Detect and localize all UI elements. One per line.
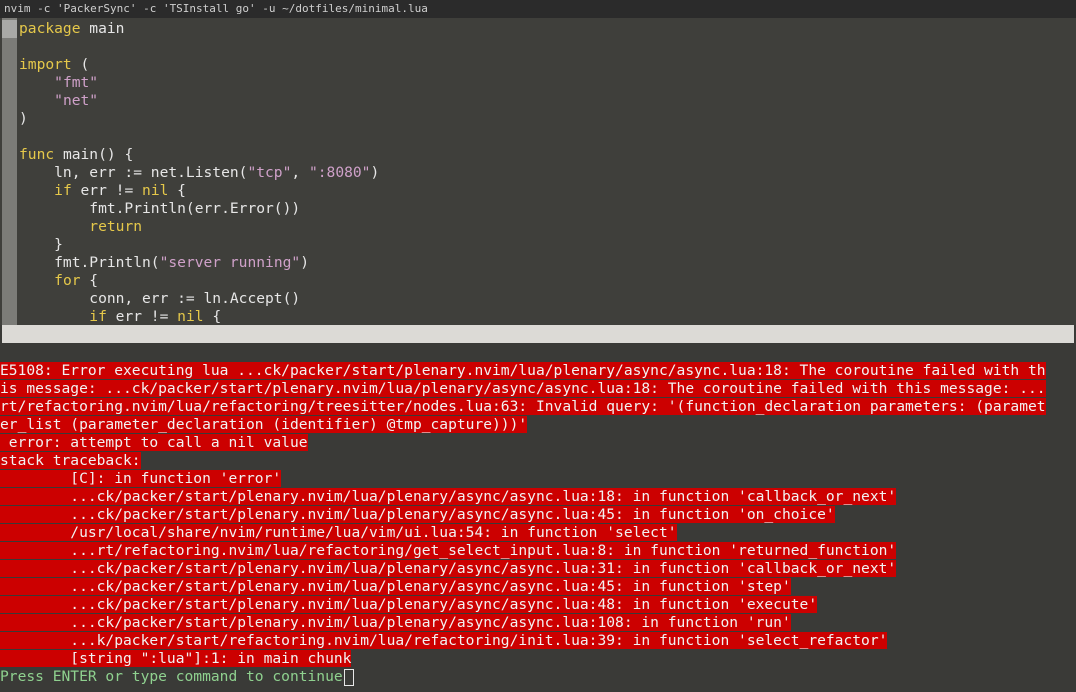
cursor-line-marker <box>2 20 17 38</box>
error-line: er_list (parameter_declaration (identifi… <box>0 416 1076 434</box>
editor-pane[interactable]: package main import ( "fmt" "net") func ma… <box>0 18 1076 325</box>
error-line-text: is message: ...ck/packer/start/plenary.n… <box>0 380 1046 397</box>
status-line <box>2 325 1074 343</box>
string-token: ":8080" <box>308 164 371 181</box>
error-line-text: ...ck/packer/start/plenary.nvim/lua/plen… <box>0 560 897 577</box>
code-token: err != <box>106 308 178 325</box>
code-line[interactable]: conn, err := ln.Accept() <box>19 290 1076 308</box>
string-token: "tcp" <box>247 164 292 181</box>
error-line: ...ck/packer/start/plenary.nvim/lua/plen… <box>0 488 1076 506</box>
error-line: rt/refactoring.nvim/lua/refactoring/tree… <box>0 398 1076 416</box>
error-line: ...k/packer/start/refactoring.nvim/lua/r… <box>0 632 1076 650</box>
error-line: [C]: in function 'error' <box>0 470 1076 488</box>
code-line[interactable]: func main() { <box>19 146 1076 164</box>
code-line[interactable]: if err != nil { <box>19 308 1076 326</box>
error-line-text: /usr/local/share/nvim/runtime/lua/vim/ui… <box>0 524 677 541</box>
code-line[interactable]: for { <box>19 272 1076 290</box>
error-line: ...ck/packer/start/plenary.nvim/lua/plen… <box>0 560 1076 578</box>
error-line-text: [string ":lua"]:1: in main chunk <box>0 650 352 667</box>
error-line-text: ...ck/packer/start/plenary.nvim/lua/plen… <box>0 488 897 505</box>
error-line: ...ck/packer/start/plenary.nvim/lua/plen… <box>0 596 1076 614</box>
code-line[interactable]: "fmt" <box>19 74 1076 92</box>
error-line-text: error: attempt to call a nil value <box>0 434 308 451</box>
error-line-text: ...ck/packer/start/plenary.nvim/lua/plen… <box>0 596 818 613</box>
code-line[interactable]: package main <box>19 20 1076 38</box>
code-token: ) <box>300 254 309 271</box>
error-line-text: stack traceback: <box>0 452 141 469</box>
string-token: "net" <box>54 92 99 109</box>
error-line-text: [C]: in function 'error' <box>0 470 282 487</box>
code-line[interactable]: ln, err := net.Listen("tcp", ":8080") <box>19 164 1076 182</box>
code-token: main <box>80 20 125 37</box>
code-line[interactable]: import ( <box>19 56 1076 74</box>
code-line[interactable]: "net" <box>19 92 1076 110</box>
error-line: is message: ...ck/packer/start/plenary.n… <box>0 380 1076 398</box>
code-buffer[interactable]: package main import ( "fmt" "net") func ma… <box>19 20 1076 326</box>
error-line: ...ck/packer/start/plenary.nvim/lua/plen… <box>0 578 1076 596</box>
text-cursor <box>343 668 354 686</box>
error-line-text: ...rt/refactoring.nvim/lua/refactoring/g… <box>0 542 897 559</box>
code-token: ) <box>370 164 380 181</box>
code-token: fmt.Println( <box>19 254 160 271</box>
code-line[interactable] <box>19 38 1076 56</box>
error-line-text: ...ck/packer/start/plenary.nvim/lua/plen… <box>0 614 791 631</box>
keyword-token: nil <box>142 182 169 199</box>
code-token: main() { <box>54 146 134 163</box>
keyword-token: for <box>54 272 81 289</box>
code-token: , <box>291 164 309 181</box>
code-token: } <box>19 236 63 253</box>
keyword-token: import <box>19 56 72 73</box>
message-area: E5108: Error executing lua ...ck/packer/… <box>0 362 1076 686</box>
code-token: ) <box>19 110 28 127</box>
string-token: "server running" <box>159 254 301 271</box>
window-title: nvim -c 'PackerSync' -c 'TSInstall go' -… <box>0 0 1076 18</box>
code-token: fmt.Println(err.Error()) <box>19 200 301 217</box>
string-token: "fmt" <box>54 74 99 91</box>
keyword-token: return <box>89 218 143 235</box>
code-line[interactable]: fmt.Println("server running") <box>19 254 1076 272</box>
error-line-text: er_list (parameter_declaration (identifi… <box>0 416 528 433</box>
code-token: { <box>80 272 99 289</box>
error-line: stack traceback: <box>0 452 1076 470</box>
error-line-text: rt/refactoring.nvim/lua/refactoring/tree… <box>0 398 1046 415</box>
code-token: ( <box>71 56 90 73</box>
keyword-token: if <box>89 308 107 325</box>
error-line: E5108: Error executing lua ...ck/packer/… <box>0 362 1076 380</box>
code-token: conn, err := ln.Accept() <box>19 290 301 307</box>
error-line-text: E5108: Error executing lua ...ck/packer/… <box>0 362 1046 379</box>
error-line: ...rt/refactoring.nvim/lua/refactoring/g… <box>0 542 1076 560</box>
code-token: err != <box>71 182 143 199</box>
keyword-token: func <box>19 146 55 163</box>
error-line: ...ck/packer/start/plenary.nvim/lua/plen… <box>0 506 1076 524</box>
continue-prompt[interactable]: Press ENTER or type command to continue <box>0 668 1076 686</box>
continue-prompt-text: Press ENTER or type command to continue <box>0 668 343 685</box>
code-token: { <box>203 308 222 325</box>
code-line[interactable] <box>19 128 1076 146</box>
code-line[interactable]: return <box>19 218 1076 236</box>
code-line[interactable]: fmt.Println(err.Error()) <box>19 200 1076 218</box>
code-line[interactable]: if err != nil { <box>19 182 1076 200</box>
error-line: /usr/local/share/nvim/runtime/lua/vim/ui… <box>0 524 1076 542</box>
error-line-text: ...ck/packer/start/plenary.nvim/lua/plen… <box>0 578 791 595</box>
error-line: ...ck/packer/start/plenary.nvim/lua/plen… <box>0 614 1076 632</box>
sign-column <box>2 18 17 325</box>
keyword-token: nil <box>177 308 204 325</box>
error-line: [string ":lua"]:1: in main chunk <box>0 650 1076 668</box>
error-line: error: attempt to call a nil value <box>0 434 1076 452</box>
code-token: ln, err := net.Listen( <box>19 164 248 181</box>
error-line-text: ...ck/packer/start/plenary.nvim/lua/plen… <box>0 506 835 523</box>
keyword-token: if <box>54 182 72 199</box>
error-line-text: ...k/packer/start/refactoring.nvim/lua/r… <box>0 632 888 649</box>
code-line[interactable]: } <box>19 236 1076 254</box>
code-token: { <box>168 182 186 199</box>
keyword-token: package <box>19 20 81 37</box>
error-message-block: E5108: Error executing lua ...ck/packer/… <box>0 362 1076 668</box>
code-line[interactable]: ) <box>19 110 1076 128</box>
